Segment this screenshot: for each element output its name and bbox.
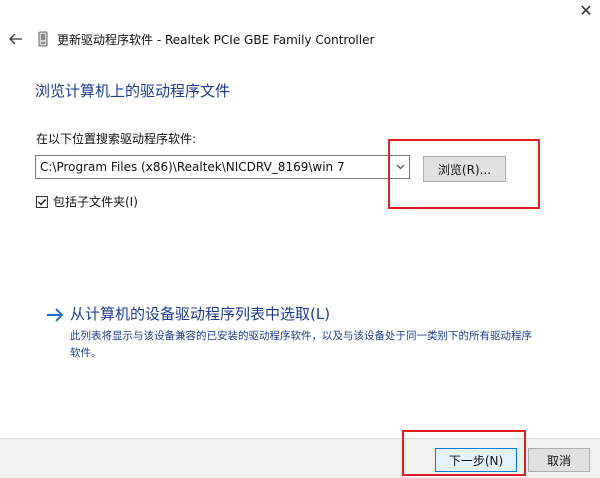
browse-button[interactable]: 浏览(R)... [423,156,506,182]
update-driver-window: 更新驱动程序软件 - Realtek PCIe GBE Family Contr… [0,0,600,478]
search-location-label: 在以下位置搜索驱动程序软件: [36,132,197,146]
back-button[interactable] [6,29,26,49]
pick-from-list-link[interactable]: 从计算机的设备驱动程序列表中选取(L) [45,303,330,325]
cancel-button[interactable]: 取消 [528,448,590,472]
device-driver-icon [38,31,48,47]
driver-path-input[interactable] [36,157,391,177]
checkmark-icon [38,198,47,206]
include-subfolders-label: 包括子文件夹(I) [53,195,138,209]
include-subfolders-checkbox[interactable]: 包括子文件夹(I) [36,193,138,210]
pick-from-list-description: 此列表将显示与该设备兼容的已安装的驱动程序软件，以及与该设备处于同一类别下的所有… [70,330,532,359]
chevron-down-icon [396,164,404,170]
back-arrow-icon [9,33,22,45]
driver-path-combobox[interactable] [35,155,410,179]
page-heading: 浏览计算机上的驱动程序文件 [35,82,231,100]
window-title: 更新驱动程序软件 - Realtek PCIe GBE Family Contr… [57,33,375,47]
next-button[interactable]: 下一步(N) [435,448,517,472]
checkbox-box[interactable] [36,195,48,208]
pick-from-list-title[interactable]: 从计算机的设备驱动程序列表中选取(L) [70,303,330,324]
right-arrow-icon [47,308,64,322]
close-icon: ✕ [579,0,593,20]
close-button[interactable]: ✕ [574,0,598,20]
dropdown-button[interactable] [391,156,409,178]
